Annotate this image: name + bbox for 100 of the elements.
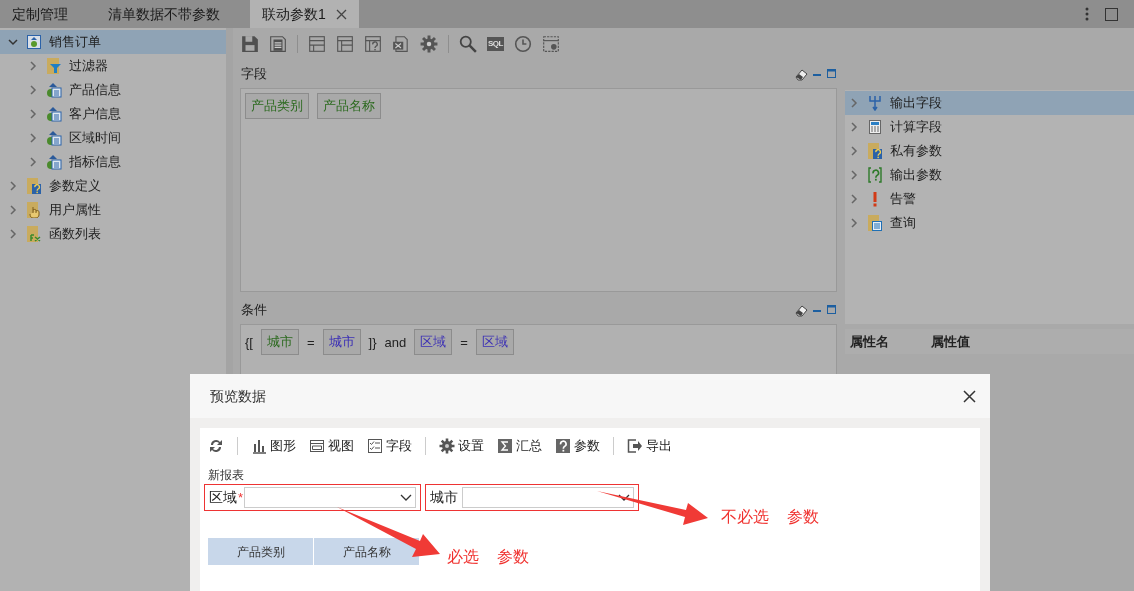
condition-text: and bbox=[384, 334, 407, 352]
annotation-text: 必选 bbox=[447, 547, 479, 567]
toolbar-button[interactable] bbox=[269, 35, 287, 53]
tree-item[interactable]: 查询 bbox=[845, 211, 1134, 235]
dialog-title: 预览数据 bbox=[210, 386, 266, 406]
toolbar-button[interactable] bbox=[392, 35, 410, 53]
funnel-icon bbox=[46, 58, 62, 74]
chevron-icon[interactable] bbox=[849, 98, 859, 108]
view-button[interactable]: 视图 bbox=[309, 436, 354, 456]
more-icon[interactable] bbox=[1085, 7, 1089, 21]
chart-button[interactable]: 图形 bbox=[251, 436, 296, 456]
caret-icon bbox=[400, 493, 413, 502]
condition-text: ]} bbox=[368, 334, 377, 352]
toolbar-button[interactable] bbox=[459, 35, 477, 53]
chevron-icon[interactable] bbox=[849, 194, 859, 204]
toolbar-button[interactable] bbox=[336, 35, 354, 53]
chevron-icon[interactable] bbox=[8, 205, 18, 215]
filter-label: 城市 bbox=[430, 488, 459, 507]
refresh-button[interactable] bbox=[208, 438, 224, 454]
tree-item[interactable]: 指标信息 bbox=[0, 150, 226, 174]
function-folder-icon bbox=[26, 226, 42, 242]
maximize-icon[interactable] bbox=[826, 67, 837, 81]
tree-item[interactable]: 输出字段 bbox=[845, 91, 1134, 115]
chevron-icon[interactable] bbox=[849, 170, 859, 180]
hand-icon bbox=[26, 202, 42, 218]
toolbar-button[interactable] bbox=[420, 35, 438, 53]
question-icon bbox=[555, 438, 571, 454]
toolbar-button[interactable] bbox=[541, 35, 560, 53]
table-icon bbox=[46, 154, 62, 170]
checklist-icon bbox=[367, 438, 383, 454]
parameter-chip[interactable]: 区域 bbox=[475, 329, 514, 355]
annotation-text: 参数 bbox=[497, 547, 529, 567]
export-button[interactable]: 导出 bbox=[627, 436, 672, 456]
eraser-icon[interactable] bbox=[794, 303, 808, 317]
chevron-icon[interactable] bbox=[28, 133, 38, 143]
tab[interactable]: 联动参数1 bbox=[250, 0, 359, 28]
maximize-icon[interactable] bbox=[826, 303, 837, 317]
tab[interactable]: 清单数据不带参数 bbox=[96, 0, 250, 28]
chevron-icon[interactable] bbox=[849, 218, 859, 228]
bar-chart-icon bbox=[251, 438, 267, 454]
dropdown-field[interactable] bbox=[244, 487, 417, 508]
tree-item[interactable]: 产品信息 bbox=[0, 78, 226, 102]
close-icon[interactable] bbox=[335, 8, 347, 20]
panel-title: 条件 bbox=[241, 301, 267, 320]
tree-item[interactable]: 销售订单 bbox=[0, 30, 226, 54]
toolbar-button[interactable] bbox=[241, 35, 259, 53]
tree-item[interactable]: 计算字段 bbox=[845, 115, 1134, 139]
column-header: 属性名 bbox=[850, 332, 889, 351]
eraser-icon[interactable] bbox=[794, 67, 808, 81]
tree-item[interactable]: 输出参数 bbox=[845, 163, 1134, 187]
filter-label: 区域 bbox=[209, 488, 237, 507]
tree-item[interactable]: 客户信息 bbox=[0, 102, 226, 126]
tree-item[interactable]: 私有参数 bbox=[845, 139, 1134, 163]
tree-item[interactable]: 函数列表 bbox=[0, 222, 226, 246]
chevron-icon[interactable] bbox=[849, 122, 859, 132]
sql-button[interactable]: SQL bbox=[487, 37, 504, 51]
dropdown-field[interactable] bbox=[462, 487, 635, 508]
tree-item[interactable]: 告警 bbox=[845, 187, 1134, 211]
dataset-icon bbox=[26, 34, 42, 50]
fork-icon bbox=[867, 95, 883, 111]
toolbar-button[interactable] bbox=[308, 35, 326, 53]
annotation-text: 参数 bbox=[787, 507, 819, 527]
sigma-icon bbox=[497, 438, 513, 454]
bracket-question-icon bbox=[867, 167, 883, 183]
condition-text: = bbox=[306, 334, 315, 352]
parameter-chip[interactable]: 城市 bbox=[322, 329, 361, 355]
chevron-icon[interactable] bbox=[28, 109, 38, 119]
chevron-icon[interactable] bbox=[28, 61, 38, 71]
exit-icon bbox=[627, 438, 643, 454]
maximize-icon[interactable] bbox=[1105, 7, 1118, 21]
tree-item[interactable]: 参数定义 bbox=[0, 174, 226, 198]
column-header: 产品名称 bbox=[314, 538, 420, 565]
question-folder-icon bbox=[867, 143, 883, 159]
calculator-icon bbox=[867, 119, 883, 135]
annotation-text: 不必选 bbox=[721, 507, 769, 527]
help-button[interactable]: 参数 bbox=[555, 436, 600, 456]
chevron-icon[interactable] bbox=[8, 181, 18, 191]
panel-title: 字段 bbox=[241, 65, 267, 84]
condition-text: {[ bbox=[245, 334, 253, 352]
sum-button[interactable]: 汇总 bbox=[497, 436, 542, 456]
gear-button[interactable]: 设置 bbox=[439, 436, 484, 456]
settings-icon bbox=[439, 438, 455, 454]
fields-button[interactable]: 字段 bbox=[367, 436, 412, 456]
tree-item[interactable]: 过滤器 bbox=[0, 54, 226, 78]
tree-item[interactable]: 区域时间 bbox=[0, 126, 226, 150]
close-button[interactable] bbox=[963, 389, 976, 403]
tab[interactable]: 定制管理 bbox=[0, 0, 96, 28]
column-header: 产品类别 bbox=[208, 538, 314, 565]
chevron-icon[interactable] bbox=[849, 146, 859, 156]
chevron-icon[interactable] bbox=[8, 229, 18, 239]
chevron-icon[interactable] bbox=[28, 85, 38, 95]
required-mark: * bbox=[238, 488, 244, 507]
toolbar-button[interactable] bbox=[513, 35, 532, 53]
parameter-chip[interactable]: 区域 bbox=[414, 329, 453, 355]
document-folder-icon bbox=[867, 215, 883, 231]
chevron-icon[interactable] bbox=[8, 37, 18, 47]
chevron-icon[interactable] bbox=[28, 157, 38, 167]
column-header: 属性值 bbox=[931, 332, 970, 351]
toolbar-button[interactable] bbox=[364, 35, 382, 53]
tree-item[interactable]: 用户属性 bbox=[0, 198, 226, 222]
